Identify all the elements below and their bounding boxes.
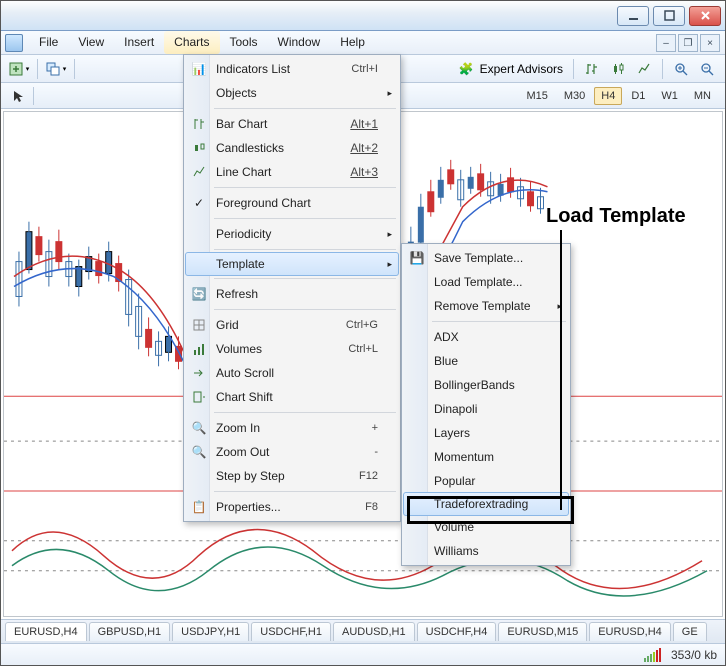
profiles-button[interactable]	[44, 58, 68, 80]
menu-insert[interactable]: Insert	[114, 31, 164, 54]
zoom-out-icon[interactable]	[695, 58, 719, 80]
submenu-dinapoli[interactable]: Dinapoli	[404, 397, 568, 421]
submenu-load-template[interactable]: Load Template...	[404, 270, 568, 294]
menu-zoom-out[interactable]: 🔍Zoom Out-	[186, 440, 398, 464]
mdi-minimize-button[interactable]: –	[656, 34, 676, 52]
status-bar: 353/0 kb	[1, 643, 725, 665]
charts-dropdown-menu: 📊Indicators ListCtrl+I Objects▸ Bar Char…	[183, 54, 401, 522]
volumes-icon	[190, 340, 208, 358]
zoom-out-icon: 🔍	[190, 443, 208, 461]
connection-bars-icon	[644, 648, 661, 662]
submenu-remove-template[interactable]: Remove Template▸	[404, 294, 568, 318]
chartshift-icon	[190, 388, 208, 406]
grid-icon	[190, 316, 208, 334]
app-icon	[5, 34, 23, 52]
timeframe-h4[interactable]: H4	[594, 87, 622, 105]
tab-usdjpy-h1[interactable]: USDJPY,H1	[172, 622, 249, 641]
expert-advisors-icon: 🧩	[459, 62, 474, 76]
maximize-button[interactable]	[653, 6, 685, 26]
annotation-load-template: Load Template	[546, 205, 686, 228]
timeframe-m15[interactable]: M15	[519, 87, 554, 105]
menu-indicators-list[interactable]: 📊Indicators ListCtrl+I	[186, 57, 398, 81]
menu-charts[interactable]: Charts	[164, 31, 219, 54]
annotation-line	[560, 230, 562, 510]
submenu-popular[interactable]: Popular	[404, 469, 568, 493]
status-kb: 353/0 kb	[671, 648, 717, 662]
chart-tabs: EURUSD,H4 GBPUSD,H1 USDJPY,H1 USDCHF,H1 …	[1, 619, 725, 643]
menu-bar-chart[interactable]: Bar ChartAlt+1	[186, 112, 398, 136]
menu-auto-scroll[interactable]: Auto Scroll	[186, 361, 398, 385]
submenu-williams[interactable]: Williams	[404, 539, 568, 563]
menu-foreground-chart[interactable]: ✓Foreground Chart	[186, 191, 398, 215]
timeframe-w1[interactable]: W1	[654, 87, 685, 105]
cursor-icon[interactable]	[7, 86, 29, 106]
menu-objects[interactable]: Objects▸	[186, 81, 398, 105]
menu-volumes[interactable]: VolumesCtrl+L	[186, 337, 398, 361]
minimize-button[interactable]	[617, 6, 649, 26]
new-chart-button[interactable]	[7, 58, 31, 80]
submenu-volume[interactable]: Volume	[404, 515, 568, 539]
menu-file[interactable]: File	[29, 31, 68, 54]
menu-template[interactable]: Template▸	[185, 252, 399, 276]
tab-truncated[interactable]: GE	[673, 622, 707, 641]
candlestick-icon[interactable]	[606, 58, 630, 80]
menu-candlesticks[interactable]: CandlesticksAlt+2	[186, 136, 398, 160]
template-submenu: 💾Save Template... Load Template... Remov…	[401, 243, 571, 566]
submenu-bollinger[interactable]: BollingerBands	[404, 373, 568, 397]
menu-window[interactable]: Window	[268, 31, 331, 54]
menu-periodicity[interactable]: Periodicity▸	[186, 222, 398, 246]
refresh-icon: 🔄	[190, 285, 208, 303]
submenu-save-template[interactable]: 💾Save Template...	[404, 246, 568, 270]
mdi-close-button[interactable]: ×	[700, 34, 720, 52]
autoscroll-icon	[190, 364, 208, 382]
timeframe-m30[interactable]: M30	[557, 87, 592, 105]
timeframe-d1[interactable]: D1	[624, 87, 652, 105]
tab-audusd-h1[interactable]: AUDUSD,H1	[333, 622, 415, 641]
menu-refresh[interactable]: 🔄Refresh	[186, 282, 398, 306]
menu-zoom-in[interactable]: 🔍Zoom In+	[186, 416, 398, 440]
menu-properties[interactable]: 📋Properties...F8	[186, 495, 398, 519]
expert-advisors-button[interactable]: 🧩 Expert Advisors	[455, 62, 567, 76]
menubar: File View Insert Charts Tools Window Hel…	[1, 31, 725, 55]
window-titlebar	[1, 1, 725, 31]
tab-usdchf-h4[interactable]: USDCHF,H4	[417, 622, 497, 641]
tab-usdchf-h1[interactable]: USDCHF,H1	[251, 622, 331, 641]
tab-gbpusd-h1[interactable]: GBPUSD,H1	[89, 622, 171, 641]
bar-chart-icon	[190, 115, 208, 133]
expert-advisors-label: Expert Advisors	[480, 62, 563, 76]
zoom-in-icon: 🔍	[190, 419, 208, 437]
menu-tools[interactable]: Tools	[220, 31, 268, 54]
menu-line-chart[interactable]: Line ChartAlt+3	[186, 160, 398, 184]
line-chart-icon[interactable]	[632, 58, 656, 80]
menu-chart-shift[interactable]: Chart Shift	[186, 385, 398, 409]
tab-eurusd-h4[interactable]: EURUSD,H4	[5, 622, 87, 641]
submenu-tradeforextrading[interactable]: Tradeforextrading	[403, 492, 569, 516]
mdi-restore-button[interactable]: ❐	[678, 34, 698, 52]
submenu-adx[interactable]: ADX	[404, 325, 568, 349]
save-template-icon: 💾	[408, 249, 426, 267]
properties-icon: 📋	[190, 498, 208, 516]
bar-chart-icon[interactable]	[580, 58, 604, 80]
submenu-layers[interactable]: Layers	[404, 421, 568, 445]
submenu-momentum[interactable]: Momentum	[404, 445, 568, 469]
tab-eurusd-m15[interactable]: EURUSD,M15	[498, 622, 587, 641]
menu-help[interactable]: Help	[330, 31, 375, 54]
menu-step-by-step[interactable]: Step by StepF12	[186, 464, 398, 488]
menu-view[interactable]: View	[68, 31, 114, 54]
candlestick-icon	[190, 139, 208, 157]
close-button[interactable]	[689, 6, 721, 26]
indicators-icon: 📊	[190, 60, 208, 78]
menu-grid[interactable]: GridCtrl+G	[186, 313, 398, 337]
tab-eurusd-h4-2[interactable]: EURUSD,H4	[589, 622, 671, 641]
timeframe-mn[interactable]: MN	[687, 87, 718, 105]
checkmark-icon: ✓	[190, 194, 208, 212]
submenu-blue[interactable]: Blue	[404, 349, 568, 373]
line-chart-icon	[190, 163, 208, 181]
zoom-in-icon[interactable]	[669, 58, 693, 80]
